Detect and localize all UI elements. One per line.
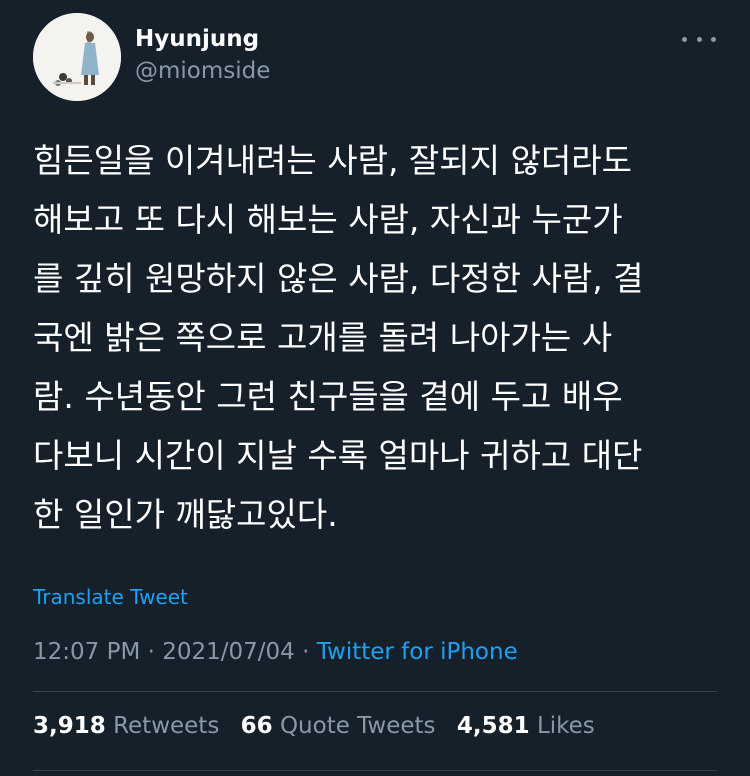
retweets-stat[interactable]: 3,918 Retweets: [33, 713, 219, 739]
likes-count: 4,581: [456, 713, 530, 739]
quote-tweets-stat[interactable]: 66 Quote Tweets: [241, 713, 436, 739]
tweet-source-link[interactable]: Twitter for iPhone: [317, 639, 518, 665]
more-dot: [711, 36, 716, 42]
author-handle[interactable]: @miomside: [135, 58, 270, 84]
tweet-text-line: 를 깊히 원망하지 않은 사람, 다정한 사람, 결: [33, 259, 644, 298]
retweets-count: 3,918: [33, 713, 106, 739]
quote-tweets-count: 66: [240, 713, 273, 739]
retweets-label: Retweets: [113, 713, 220, 739]
tweet-text-line: 국엔 밝은 쪽으로 고개를 돌려 나아가는 사: [33, 318, 613, 357]
more-dot: [696, 36, 702, 42]
avatar[interactable]: [33, 13, 121, 101]
tweet-text-line: 힘든일을 이겨내려는 사람, 잘되지 않더라도: [33, 141, 632, 180]
likes-label: Likes: [536, 713, 595, 739]
quote-tweets-label: Quote Tweets: [279, 713, 436, 739]
author-display-name[interactable]: Hyunjung: [135, 26, 259, 52]
meta-separator: ·: [147, 639, 155, 665]
likes-stat[interactable]: 4,581 Likes: [457, 713, 595, 739]
avatar-image: [33, 13, 121, 101]
tweet-text-line: 해보고 또 다시 해보는 사람, 자신과 누군가: [33, 200, 623, 239]
tweet-text-line: 다보니 시간이 지날 수록 얼마나 귀하고 대단: [33, 436, 643, 475]
more-icon[interactable]: [682, 24, 716, 54]
divider: [33, 691, 717, 692]
tweet-text-line: 람. 수년동안 그런 친구들을 곁에 두고 배우: [33, 377, 623, 416]
more-dot: [682, 36, 687, 42]
divider: [33, 770, 717, 771]
translate-tweet-link[interactable]: Translate Tweet: [33, 585, 188, 609]
tweet-date[interactable]: 2021/07/04: [162, 639, 295, 665]
tweet-meta: 12:07 PM · 2021/07/04 · Twitter for iPho…: [33, 639, 518, 665]
tweet-text-line: 한 일인가 깨닳고있다.: [33, 495, 338, 534]
tweet-stats: 3,918 Retweets 66 Quote Tweets 4,581 Lik…: [33, 713, 609, 739]
meta-separator: ·: [302, 639, 310, 665]
tweet-time[interactable]: 12:07 PM: [33, 639, 140, 665]
tweet-text: 힘든일을 이겨내려는 사람, 잘되지 않더라도 해보고 또 다시 해보는 사람,…: [33, 131, 723, 544]
